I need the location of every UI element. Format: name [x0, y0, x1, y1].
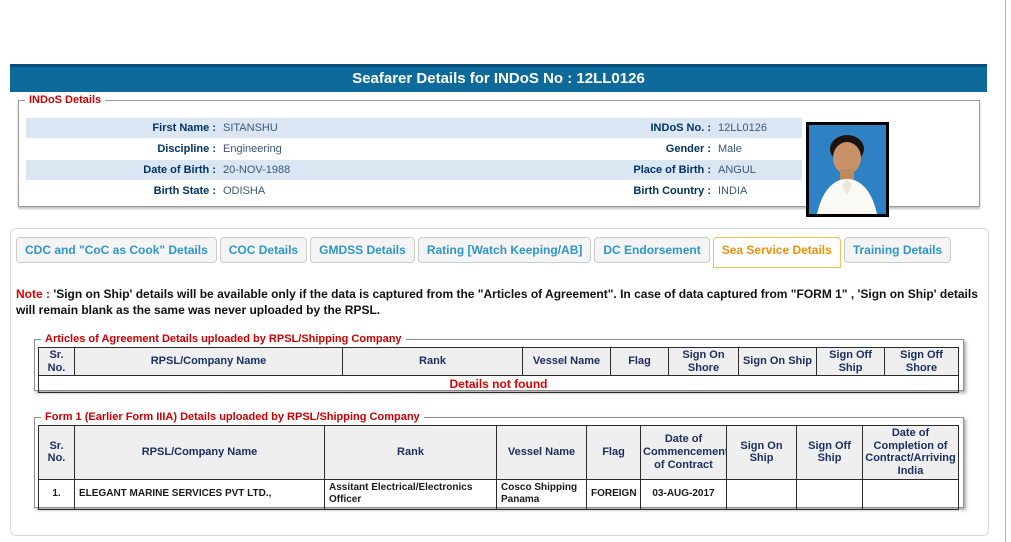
note-body: 'Sign on Ship' details will be available…: [16, 287, 978, 317]
indos-details-fieldset: INDoS Details First Name : SITANSHU INDo…: [18, 94, 980, 217]
birth-country-value: INDIA: [718, 185, 748, 197]
tab-label: GMDSS Details: [319, 243, 406, 257]
birth-country-label: Birth Country :: [633, 185, 711, 197]
col-flag: Flag: [586, 425, 641, 480]
col-company: RPSL/Company Name: [74, 425, 325, 480]
table-header-row: Sr. No. RPSL/Company Name Rank Vessel Na…: [38, 346, 959, 377]
indos-info-rows: First Name : SITANSHU INDoS No. : 12LL01…: [26, 118, 802, 202]
empty-row: Details not found: [38, 375, 959, 394]
col-company: RPSL/Company Name: [74, 346, 343, 377]
col-commencement-date: Date of Commencement of Contract: [640, 425, 727, 480]
col-rank: Rank: [342, 346, 523, 377]
indos-details-legend: INDoS Details: [29, 94, 102, 106]
form1-details-table: Sr. No. RPSL/Company Name Rank Vessel Na…: [38, 425, 959, 510]
form1-details-fieldset: Form 1 (Earlier Form IIIA) Details uploa…: [34, 411, 964, 510]
col-flag: Flag: [610, 346, 669, 377]
cell-completion-date: [862, 478, 959, 510]
seafarer-photo-image: [809, 125, 886, 214]
date-of-birth-label: Date of Birth :: [143, 164, 216, 176]
details-not-found-message: Details not found: [38, 375, 959, 394]
col-sign-on-ship: Sign On Ship: [738, 346, 817, 377]
col-sign-on-ship: Sign On Ship: [726, 425, 797, 480]
tab-label: Training Details: [852, 243, 943, 257]
table-row: 1. ELEGANT MARINE SERVICES PVT LTD., Ass…: [38, 478, 959, 510]
first-name-label: First Name :: [152, 122, 216, 134]
table-header-row: Sr. No. RPSL/Company Name Rank Vessel Na…: [38, 425, 959, 480]
col-sr-no: Sr. No.: [38, 425, 75, 480]
col-completion-date: Date of Completion of Contract/Arriving …: [862, 425, 959, 480]
cell-vessel: Cosco Shipping Panama: [496, 478, 587, 510]
col-vessel: Vessel Name: [496, 425, 587, 480]
col-sign-on-shore: Sign On Shore: [668, 346, 739, 377]
seafarer-details-page: Seafarer Details for INDoS No : 12LL0126…: [0, 0, 1011, 542]
tab-label: COC Details: [228, 243, 299, 257]
window-right-edge: [1005, 0, 1011, 542]
info-row: First Name : SITANSHU INDoS No. : 12LL01…: [26, 118, 802, 138]
discipline-label: Discipline :: [157, 143, 216, 155]
articles-of-agreement-fieldset: Articles of Agreement Details uploaded b…: [34, 333, 964, 394]
tab-label: Sea Service Details: [721, 243, 832, 257]
articles-of-agreement-legend: Articles of Agreement Details uploaded b…: [45, 333, 402, 345]
tab-bar: CDC and "CoC as Cook" Details COC Detail…: [16, 237, 952, 268]
col-rank: Rank: [324, 425, 497, 480]
note-text: Note : 'Sign on Ship' details will be av…: [16, 287, 988, 318]
info-row: Birth State : ODISHA Birth Country : IND…: [26, 181, 802, 201]
date-of-birth-value: 20-NOV-1988: [223, 164, 291, 176]
form1-details-legend: Form 1 (Earlier Form IIIA) Details uploa…: [45, 411, 420, 423]
first-name-value: SITANSHU: [223, 122, 278, 134]
gender-label: Gender :: [665, 143, 711, 155]
tab-cdc-coc-as-cook-details[interactable]: CDC and "CoC as Cook" Details: [16, 237, 217, 263]
page-title-bar: Seafarer Details for INDoS No : 12LL0126: [10, 64, 987, 92]
discipline-value: Engineering: [223, 143, 282, 155]
cell-flag: FOREIGN: [586, 478, 641, 510]
tab-label: CDC and "CoC as Cook" Details: [25, 243, 208, 257]
col-sign-off-ship: Sign Off Ship: [816, 346, 885, 377]
col-sign-off-ship: Sign Off Ship: [796, 425, 863, 480]
tab-coc-details[interactable]: COC Details: [219, 237, 308, 263]
col-sr-no: Sr. No.: [38, 346, 75, 377]
gender-value: Male: [718, 143, 742, 155]
col-vessel: Vessel Name: [522, 346, 611, 377]
cell-sign-off-ship: [796, 478, 863, 510]
cell-rank: Assitant Electrical/Electronics Officer: [324, 478, 497, 510]
note-label: Note :: [16, 287, 54, 301]
details-panel: CDC and "CoC as Cook" Details COC Detail…: [10, 228, 989, 536]
tab-dc-endorsement[interactable]: DC Endorsement: [594, 237, 710, 263]
cell-sign-on-ship: [726, 478, 797, 510]
cell-sr-no: 1.: [38, 478, 75, 510]
col-sign-off-shore: Sign Off Shore: [884, 346, 959, 377]
birth-state-value: ODISHA: [223, 185, 266, 197]
tab-sea-service-details[interactable]: Sea Service Details: [712, 237, 841, 268]
info-row: Date of Birth : 20-NOV-1988 Place of Bir…: [26, 160, 802, 180]
tab-label: Rating [Watch Keeping/AB]: [426, 243, 583, 257]
place-of-birth-value: ANGUL: [718, 164, 756, 176]
tab-training-details[interactable]: Training Details: [843, 237, 952, 263]
tab-gmdss-details[interactable]: GMDSS Details: [310, 237, 415, 263]
tab-rating-watch-keeping-ab[interactable]: Rating [Watch Keeping/AB]: [417, 237, 592, 263]
info-row: Discipline : Engineering Gender : Male: [26, 139, 802, 159]
place-of-birth-label: Place of Birth :: [633, 164, 711, 176]
seafarer-photo: [806, 122, 889, 217]
indos-no-label: INDoS No. :: [650, 122, 712, 134]
cell-company: ELEGANT MARINE SERVICES PVT LTD.,: [74, 478, 325, 510]
indos-no-value: 12LL0126: [718, 122, 767, 134]
cell-commencement-date: 03-AUG-2017: [640, 478, 727, 510]
birth-state-label: Birth State :: [153, 185, 216, 197]
page-title: Seafarer Details for INDoS No : 12LL0126: [352, 70, 645, 87]
articles-of-agreement-table: Sr. No. RPSL/Company Name Rank Vessel Na…: [38, 346, 959, 394]
tab-label: DC Endorsement: [603, 243, 701, 257]
